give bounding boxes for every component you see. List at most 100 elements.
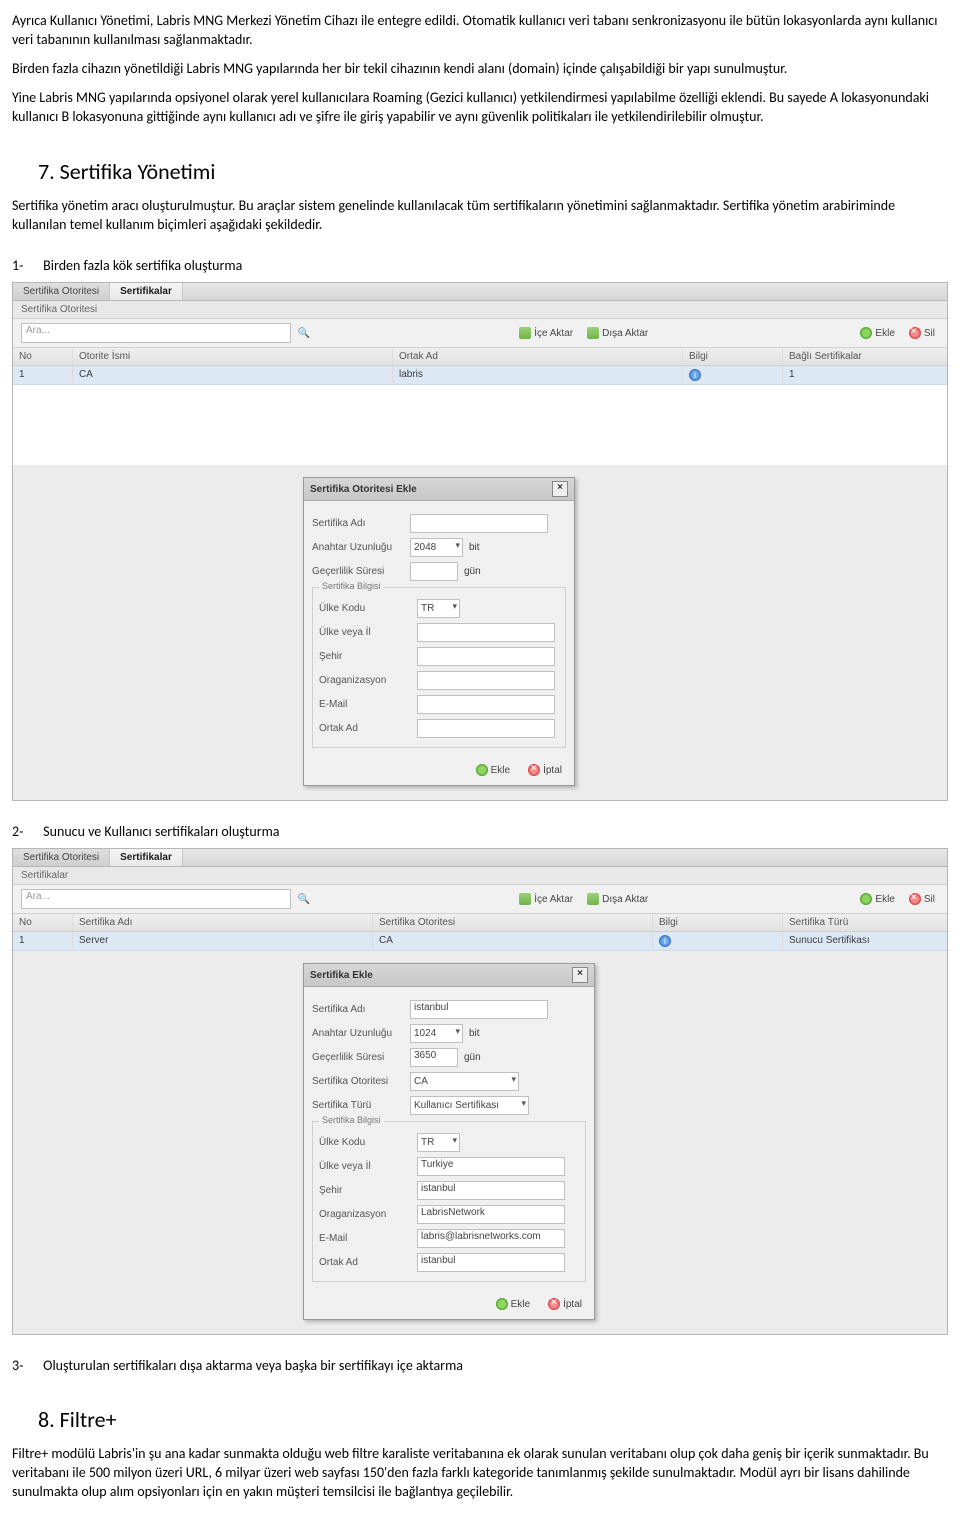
org-field[interactable] [417,671,555,690]
unit-day: gün [464,566,481,577]
cell-cn: labris [393,366,683,384]
city-field[interactable] [417,647,555,666]
search-input[interactable]: Ara... [21,889,291,909]
dialog-cancel-button[interactable]: İptal [544,1297,586,1311]
add-authority-dialog: Sertifika Otoritesi Ekle × Sertifika Adı… [303,477,575,786]
unit-bit: bit [469,542,480,553]
export-button[interactable]: Dışa Aktar [583,892,652,906]
cell-no: 1 [13,932,73,950]
org-field[interactable]: LabrisNetwork [417,1205,565,1224]
section-8-heading: 8. Filtre+ [38,1406,948,1433]
city-field[interactable]: istanbul [417,1181,565,1200]
dialog-title: Sertifika Ekle [310,970,373,981]
list-text: Sunucu ve Kullanıcı sertifikaları oluştu… [43,823,279,840]
tab-certificates[interactable]: Sertifikalar [110,283,183,300]
validity-field[interactable] [410,562,458,581]
col-cert-type[interactable]: Sertifika Türü [783,914,947,931]
cn-field[interactable] [417,719,555,738]
cell-type: Sunucu Sertifikası [783,932,947,950]
table-row[interactable]: 1 CA labris i 1 [13,366,947,385]
tab-authority[interactable]: Sertifika Otoritesi [13,849,110,866]
export-icon [587,327,599,339]
cell-dep: 1 [783,366,947,384]
import-button[interactable]: İçe Aktar [515,326,577,340]
dialog-title: Sertifika Otoritesi Ekle [310,484,417,495]
label-cert-authority: Sertifika Otoritesi [312,1076,404,1087]
close-icon[interactable]: × [552,481,568,497]
cell-authority: CA [73,366,393,384]
cert-type-select[interactable]: Kullanıcı Sertifikası [410,1096,529,1115]
email-field[interactable]: labris@labrisnetworks.com [417,1229,565,1248]
add-icon [476,764,488,776]
col-info[interactable]: Bilgi [683,348,783,365]
import-button[interactable]: İçe Aktar [515,892,577,906]
col-info[interactable]: Bilgi [653,914,783,931]
label-email: E-Mail [319,699,411,710]
tab-certificates[interactable]: Sertifikalar [110,849,183,866]
section-8-desc: Filtre+ modülü Labris'in şu ana kadar su… [12,1445,948,1502]
delete-button[interactable]: Sil [905,326,939,340]
key-length-select[interactable]: 2048 [410,538,463,557]
label-email: E-Mail [319,1233,411,1244]
tab-authority[interactable]: Sertifika Otoritesi [13,283,110,300]
search-input[interactable]: Ara... [21,323,291,343]
col-authority-name[interactable]: Otorite İsmi [73,348,393,365]
col-common-name[interactable]: Ortak Ad [393,348,683,365]
info-icon[interactable]: i [659,935,671,947]
label-key-length: Anahtar Uzunluğu [312,1028,404,1039]
col-cert-authority[interactable]: Sertifika Otoritesi [373,914,653,931]
add-button[interactable]: Ekle [856,892,898,906]
col-no[interactable]: No [13,914,73,931]
label-key-length: Anahtar Uzunluğu [312,542,404,553]
list-text: Oluşturulan sertifikaları dışa aktarma v… [43,1357,463,1374]
dialog-add-button[interactable]: Ekle [492,1297,534,1311]
label-city: Şehir [319,1185,411,1196]
dialog-cancel-button[interactable]: İptal [524,763,566,777]
export-button[interactable]: Dışa Aktar [583,326,652,340]
search-icon[interactable]: 🔍 [297,326,311,340]
cert-name-field[interactable] [410,514,548,533]
key-length-select[interactable]: 1024 [410,1024,463,1043]
label-state: Ülke veya İl [319,1161,411,1172]
intro-para-2: Birden fazla cihazın yönetildiği Labris … [12,60,948,79]
cn-field[interactable]: istanbul [417,1253,565,1272]
country-select[interactable]: TR [417,1133,460,1152]
delete-icon [909,893,921,905]
add-icon [496,1298,508,1310]
delete-button[interactable]: Sil [905,892,939,906]
cell-name: Server [73,932,373,950]
state-field[interactable] [417,623,555,642]
add-button[interactable]: Ekle [856,326,898,340]
add-icon [860,893,872,905]
export-icon [587,893,599,905]
col-dependent-certs[interactable]: Bağlı Sertifikalar [783,348,947,365]
label-cn: Ortak Ad [319,1257,411,1268]
search-icon[interactable]: 🔍 [297,892,311,906]
unit-bit: bit [469,1028,480,1039]
cert-name-field[interactable]: istanbul [410,1000,548,1019]
grid-header: No Sertifika Adı Sertifika Otoritesi Bil… [13,914,947,932]
validity-field[interactable]: 3650 [410,1048,458,1067]
close-icon[interactable]: × [572,967,588,983]
label-cert-name: Sertifika Adı [312,518,404,529]
dialog-add-button[interactable]: Ekle [472,763,514,777]
country-select[interactable]: TR [417,599,460,618]
intro-para-1: Ayrıca Kullanıcı Yönetimi, Labris MNG Me… [12,12,948,50]
label-state: Ülke veya İl [319,627,411,638]
screenshot-certificates: Sertifika Otoritesi Sertifikalar Sertifi… [12,848,948,1335]
label-validity: Geçerlilik Süresi [312,566,404,577]
cell-info: i [683,366,783,384]
col-no[interactable]: No [13,348,73,365]
col-cert-name[interactable]: Sertifika Adı [73,914,373,931]
label-org: Oraganizasyon [319,675,411,686]
info-icon[interactable]: i [689,369,701,381]
cancel-icon [548,1298,560,1310]
label-validity: Geçerlilik Süresi [312,1052,404,1063]
fieldset-legend: Sertifika Bilgisi [319,1115,384,1125]
label-org: Oraganizasyon [319,1209,411,1220]
table-row[interactable]: 1 Server CA i Sunucu Sertifikası [13,932,947,951]
cert-authority-select[interactable]: CA [410,1072,519,1091]
state-field[interactable]: Turkiye [417,1157,565,1176]
label-country: Ülke Kodu [319,603,411,614]
email-field[interactable] [417,695,555,714]
